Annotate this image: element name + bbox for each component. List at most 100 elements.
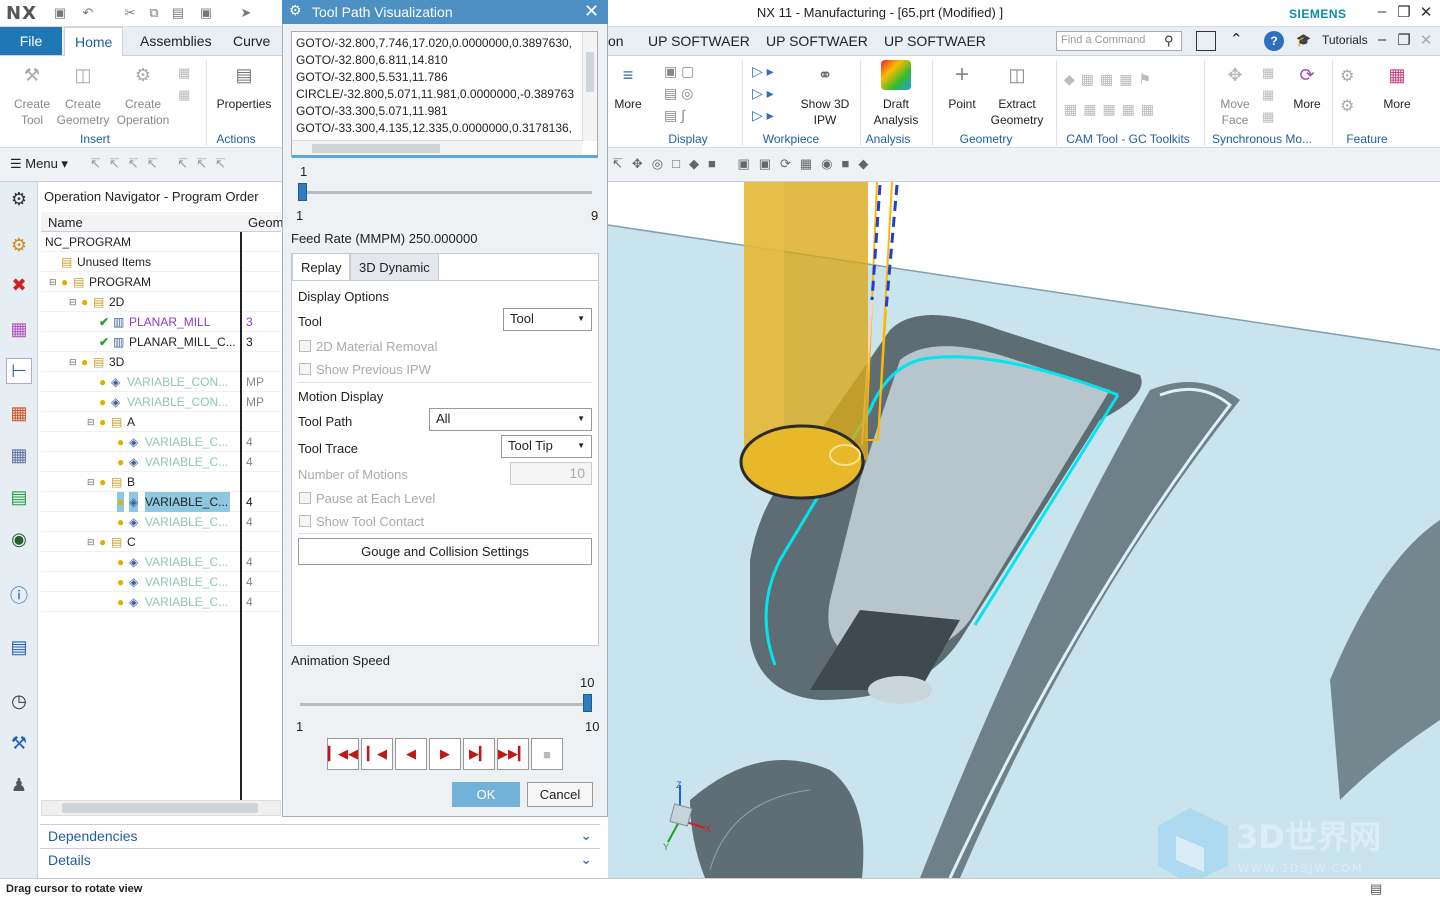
tab-up-softwaer-2[interactable]: UP SOFTWAER [756, 27, 878, 56]
column-divider[interactable] [240, 232, 242, 800]
paste-icon[interactable]: ▤ [170, 5, 186, 21]
status-window-icon[interactable]: ▤ [1370, 881, 1382, 897]
sync-small-icons[interactable]: ▦ ▦ ▦ [1262, 62, 1274, 128]
view-toolbar-icons[interactable]: ↸✥◎□◆■ ▣▣⟳▦◉■◆ [612, 156, 877, 172]
number-of-motions-input[interactable]: 10 [510, 462, 592, 485]
fullscreen-icon[interactable] [1196, 31, 1216, 51]
collapse-icon[interactable]: ⊟ [69, 292, 77, 312]
more-button-2[interactable]: ⟳ More [1288, 60, 1326, 112]
navigator-row[interactable]: ⊟ ● ▤ 3D [41, 352, 281, 372]
pause-each-level-checkbox[interactable] [299, 492, 311, 504]
tool-path-select[interactable]: All [429, 408, 592, 431]
navigator-row[interactable]: ● ◈ VARIABLE_C... 4 [41, 512, 281, 532]
tab-file[interactable]: File [0, 27, 62, 55]
feature-navigator-icon[interactable]: ▦ [6, 442, 32, 468]
reuse-library-icon[interactable]: ▤ [6, 484, 32, 510]
cl-vertical-scrollbar[interactable] [582, 32, 597, 141]
tab-replay[interactable]: Replay [292, 253, 351, 280]
doc-close-icon[interactable]: ✕ [1416, 31, 1436, 49]
motion-slider-thumb[interactable] [298, 183, 307, 201]
minimize-icon[interactable]: – [1372, 3, 1392, 20]
web-browser-icon[interactable]: ▤ [6, 634, 32, 660]
properties-button[interactable]: ▤ Properties [214, 60, 274, 112]
navigator-row[interactable]: ⊟ ● ▤ C [41, 532, 281, 552]
point-button[interactable]: + Point [940, 60, 984, 112]
copy-icon[interactable]: ⧉ [146, 5, 162, 21]
column-name[interactable]: Name [48, 215, 83, 230]
cl-line[interactable]: GOTO/-33.300,5.071,11.981 [296, 104, 448, 118]
info-icon[interactable]: ⓘ [6, 582, 32, 608]
tab-up-softwaer-3[interactable]: UP SOFTWAER [874, 27, 996, 56]
cancel-button[interactable]: Cancel [527, 782, 593, 807]
search-icon[interactable]: ⚲ [1164, 33, 1174, 49]
close-icon[interactable]: ✕ [1416, 3, 1436, 21]
part-navigator-icon[interactable]: ▦ [6, 316, 32, 342]
tutorials-link[interactable]: Tutorials [1322, 33, 1368, 47]
visualization-icon[interactable]: ◉ [6, 526, 32, 552]
step-backward-button[interactable]: ▎◀ [361, 738, 393, 770]
create-geometry-button[interactable]: ◫ Create Geometry [56, 60, 110, 128]
menu-button[interactable]: ☰ Menu ▾ [10, 156, 68, 172]
doc-minimize-icon[interactable]: – [1372, 31, 1392, 48]
draft-analysis-button[interactable]: Draft Analysis [866, 60, 926, 128]
save-options-icon[interactable]: ▣ [198, 5, 214, 21]
cl-line[interactable]: GOTO/-32.800,5.531,11.786 [296, 70, 448, 84]
gear-icon[interactable]: ⚙ [289, 2, 302, 19]
navigator-row[interactable]: ● ◈ VARIABLE_CON... MP [41, 372, 281, 392]
show-previous-ipw-checkbox[interactable] [299, 363, 311, 375]
history-icon[interactable]: ◷ [6, 688, 32, 714]
cl-listing[interactable]: GOTO/-32.800,7.746,17.020,0.0000000,0.38… [291, 31, 598, 157]
ok-button[interactable]: OK [452, 782, 520, 807]
cl-line[interactable]: GOTO/-32.800,7.746,17.020,0.0000000,0.38… [296, 36, 572, 50]
undo-icon[interactable]: ↶ [80, 5, 96, 21]
material-removal-checkbox[interactable] [299, 340, 311, 352]
workpiece-tool-icons[interactable]: ▷ ▸ ▷ ▸ ▷ ▸ [752, 60, 774, 126]
play-backward-button[interactable]: ◀ [395, 738, 427, 770]
dependencies-panel[interactable]: Dependencies ⌄ [40, 824, 600, 846]
assembly-navigator-icon[interactable]: ⚙ [6, 232, 32, 258]
navigator-row[interactable]: ● ◈ VARIABLE_C... 4 [41, 452, 281, 472]
navigator-header[interactable]: Name Geom [41, 212, 283, 232]
collapse-icon[interactable]: ⊟ [87, 412, 95, 432]
animation-speed-thumb[interactable] [583, 694, 592, 712]
navigator-row[interactable]: ● ◈ VARIABLE_C... 4 [41, 492, 281, 512]
operation-navigator-icon[interactable]: ⊢ [6, 358, 32, 384]
navigator-row[interactable]: ● ◈ VARIABLE_C... 4 [41, 552, 281, 572]
feature-small-icons[interactable]: ⚙ ⚙ [1340, 62, 1354, 122]
graphics-window[interactable]: Z X Y 3D世界网 WWW.3DSJW.COM [608, 182, 1440, 878]
navigator-row[interactable]: ⊟ ● ▤ PROGRAM [41, 272, 281, 292]
step-forward-button[interactable]: ▶▎ [463, 738, 495, 770]
collapse-icon[interactable]: ⊟ [87, 532, 95, 552]
cut-icon[interactable]: ✂ [122, 5, 138, 21]
navigator-row[interactable]: ⊟ ● ▤ 2D [41, 292, 281, 312]
roles-icon[interactable]: ♟ [6, 772, 32, 798]
cl-line[interactable]: GOTO/-32.800,6.811,14.810 [296, 53, 448, 67]
navigator-row[interactable]: NC_PROGRAM [41, 232, 281, 252]
cam-tool-icons[interactable]: ◆▦▦▦⚑ ▦▦▦▦▦ [1064, 64, 1160, 124]
cl-horizontal-scrollbar[interactable] [292, 140, 582, 155]
stop-button[interactable]: ■ [531, 738, 563, 770]
motion-slider[interactable] [300, 191, 592, 194]
more-button-3[interactable]: ▦ More [1378, 60, 1416, 112]
resource-bar-settings-icon[interactable]: ⚙ [6, 186, 32, 212]
play-forward-button[interactable]: ▶ [429, 738, 461, 770]
jump-to-start-button[interactable]: ▎◀◀ [327, 738, 359, 770]
extract-geometry-button[interactable]: ◫ Extract Geometry [986, 60, 1048, 128]
collapse-icon[interactable]: ⊟ [69, 352, 77, 372]
window-icon[interactable]: ➤ [238, 5, 254, 21]
navigator-row[interactable]: ⊟ ● ▤ B [41, 472, 281, 492]
tutorials-icon[interactable]: 🎓 [1296, 33, 1311, 47]
show-3d-ipw-button[interactable]: ⚭ Show 3D IPW [796, 60, 854, 128]
tab-assemblies[interactable]: Assemblies [130, 27, 222, 56]
navigator-row[interactable]: ● ◈ VARIABLE_C... 4 [41, 592, 281, 612]
tab-curve[interactable]: Curve [223, 27, 280, 56]
collapse-icon[interactable]: ⊟ [49, 272, 57, 292]
dialog-close-icon[interactable]: ✕ [584, 1, 599, 22]
cl-line[interactable]: GOTO/-33.300,4.135,12.335,0.0000000,0.31… [296, 121, 572, 135]
navigator-row[interactable]: ● ◈ VARIABLE_C... 4 [41, 572, 281, 592]
tab-home[interactable]: Home [64, 27, 124, 56]
save-icon[interactable]: ▣ [52, 5, 68, 21]
show-tool-contact-checkbox[interactable] [299, 515, 311, 527]
tool-trace-select[interactable]: Tool Tip [501, 435, 592, 458]
tab-3d-dynamic[interactable]: 3D Dynamic [350, 253, 439, 280]
